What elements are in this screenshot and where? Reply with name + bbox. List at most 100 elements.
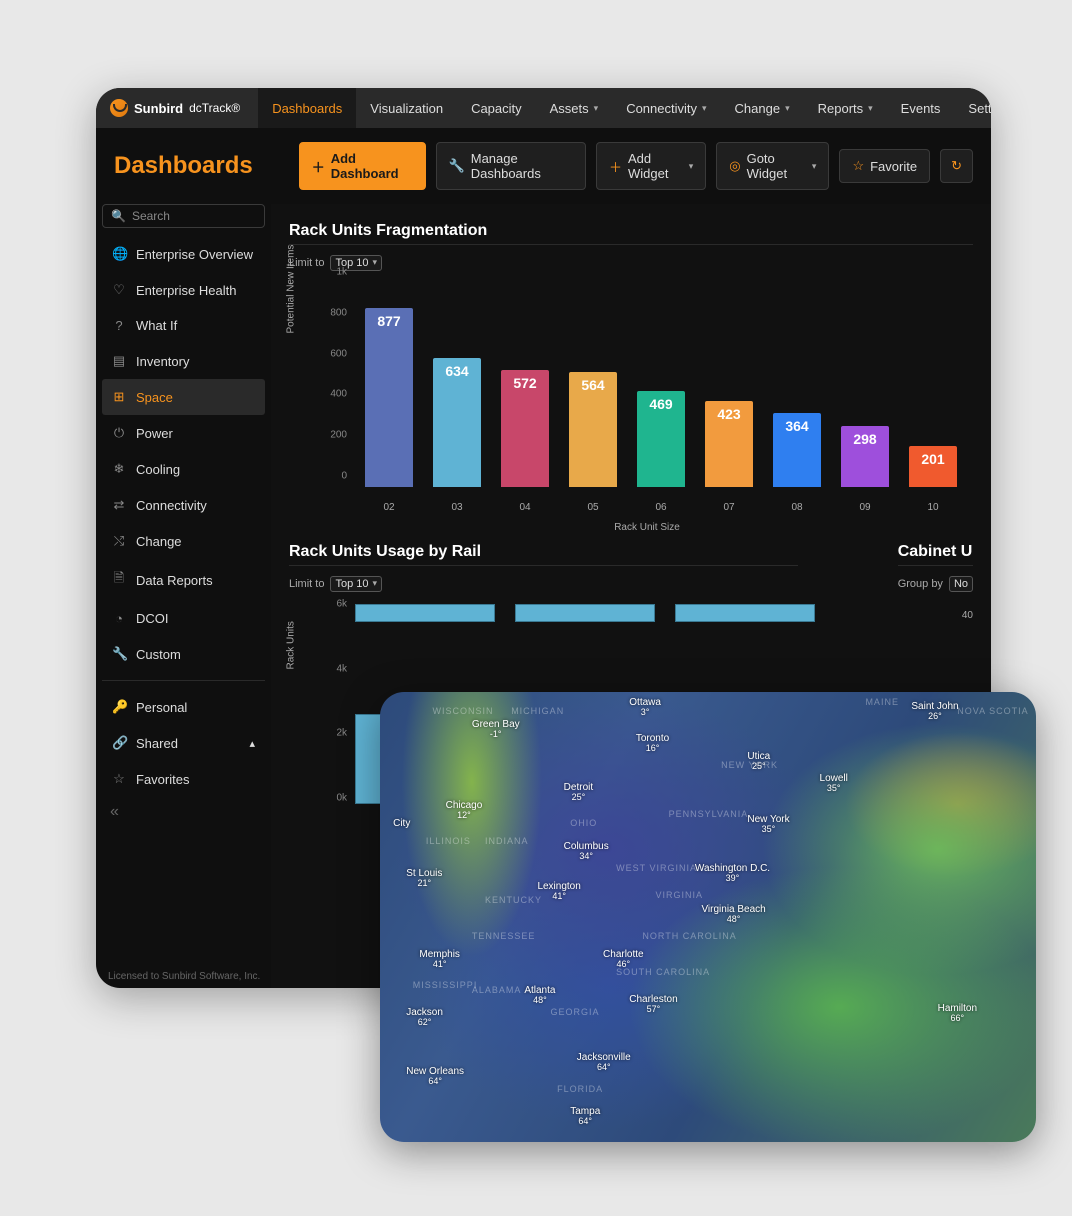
sidebar-item-enterprise-health[interactable]: ♡Enterprise Health — [102, 272, 265, 308]
sidebar-item-connectivity[interactable]: ⇄Connectivity — [102, 487, 265, 523]
nav-tab-events[interactable]: Events — [887, 88, 955, 128]
plus-icon: ＋ — [609, 157, 622, 176]
chevron-down-icon: ▾ — [373, 578, 378, 590]
goto-widget-button[interactable]: ◎Goto Widget▾ — [716, 142, 829, 190]
weather-map[interactable]: WISCONSINMICHIGANMAINENEW YORKPENNSYLVAN… — [380, 692, 1036, 1142]
sidebar-icon: ❄ — [112, 461, 126, 477]
sidebar-icon: ⊞ — [112, 389, 126, 405]
sidebar-item-power[interactable]: ⏻Power — [102, 415, 265, 451]
y-axis-label: Potential New Items — [286, 245, 297, 334]
y-axis-label: Rack Units — [286, 621, 297, 669]
sidebar-item-cooling[interactable]: ❄ Cooling — [102, 451, 265, 487]
bar[interactable]: 364 — [773, 413, 821, 487]
sidebar-group-shared[interactable]: 🔗Shared▴ — [102, 725, 265, 761]
nav-tab-assets[interactable]: Assets▾ — [536, 88, 613, 128]
map-state-label: MISSISSIPPI — [413, 980, 478, 990]
map-city-label: Green Bay-1° — [472, 719, 520, 740]
bar[interactable]: 572 — [501, 370, 549, 487]
search-icon: 🔍 — [111, 209, 126, 223]
x-tick: 08 — [773, 502, 821, 513]
map-city-label: Columbus34° — [564, 841, 609, 862]
sidebar-icon: 🌐 — [112, 246, 126, 262]
collapse-sidebar-button[interactable]: « — [102, 797, 265, 821]
brand-product: dcTrack — [189, 101, 231, 115]
map-state-label: TENNESSEE — [472, 931, 536, 941]
nav-tab-reports[interactable]: Reports▾ — [804, 88, 887, 128]
nav-tab-settings[interactable]: Settings▾ — [954, 88, 991, 128]
sidebar-item-inventory[interactable]: ▤Inventory — [102, 343, 265, 379]
bar-value: 423 — [705, 406, 753, 422]
search-input[interactable]: 🔍 Search — [102, 204, 265, 228]
group-select[interactable]: No — [949, 576, 973, 592]
manage-dashboards-button[interactable]: 🔧Manage Dashboards — [436, 142, 586, 190]
sidebar-item-space[interactable]: ⊞Space — [102, 379, 265, 415]
chevron-down-icon: ▾ — [689, 161, 694, 172]
nav-tab-visualization[interactable]: Visualization — [356, 88, 457, 128]
nav-tab-connectivity[interactable]: Connectivity▾ — [612, 88, 720, 128]
map-state-label: VIRGINIA — [656, 890, 704, 900]
x-tick: 07 — [705, 502, 753, 513]
nav-tab-capacity[interactable]: Capacity — [457, 88, 536, 128]
add-dashboard-button[interactable]: ＋Add Dashboard — [299, 142, 426, 190]
map-city-label: Lowell35° — [820, 773, 848, 794]
map-city-label: City — [393, 818, 410, 829]
chevron-up-icon: ▴ — [249, 737, 255, 750]
sidebar-label: Cooling — [136, 462, 180, 477]
sidebar-item-enterprise-overview[interactable]: 🌐 Enterprise Overview — [102, 236, 265, 272]
bar[interactable]: 423 — [705, 401, 753, 487]
map-state-label: PENNSYLVANIA — [669, 809, 749, 819]
sidebar-item-change[interactable]: ⤭Change — [102, 523, 265, 559]
sidebar-icon: 🔧 — [112, 646, 126, 662]
add-widget-button[interactable]: ＋Add Widget▾ — [596, 142, 706, 190]
sidebar-label: Power — [136, 426, 173, 441]
refresh-button[interactable]: ↻ — [940, 149, 973, 183]
y-tick: 2k — [336, 728, 347, 739]
sidebar-label: Connectivity — [136, 498, 207, 513]
bar[interactable]: 877 — [365, 308, 413, 487]
limit-select[interactable]: Top 10▾ — [330, 576, 382, 592]
nav-tab-dashboards[interactable]: Dashboards — [258, 88, 356, 128]
map-state-label: WISCONSIN — [432, 706, 493, 716]
sidebar-label: Change — [136, 534, 182, 549]
bar[interactable]: 564 — [569, 372, 617, 487]
map-state-label: ILLINOIS — [426, 836, 471, 846]
sidebar-label: Enterprise Overview — [136, 247, 253, 262]
bar-value: 877 — [365, 313, 413, 329]
x-tick: 10 — [909, 502, 957, 513]
x-tick: 03 — [433, 502, 481, 513]
sidebar-group-favorites[interactable]: ☆Favorites — [102, 761, 265, 797]
map-city-label: Virginia Beach48° — [701, 904, 765, 925]
map-city-label: New York35° — [747, 814, 789, 835]
bar[interactable]: 634 — [433, 358, 481, 487]
sidebar: 🔍 Search 🌐 Enterprise Overview ♡Enterprise… — [96, 204, 271, 988]
sidebar-item-dcoi[interactable]: ◔ DCOI — [102, 601, 265, 636]
top-nav: Sunbird dcTrack® DashboardsVisualization… — [96, 88, 991, 128]
sidebar-item-data-reports[interactable]: 🗎Data Reports — [102, 559, 265, 601]
widget-title: Cabinet U — [898, 543, 973, 561]
nav-tab-change[interactable]: Change▾ — [721, 88, 804, 128]
sidebar-group-personal[interactable]: 🔑Personal — [102, 689, 265, 725]
y-tick: 1k — [336, 267, 347, 278]
favorite-button[interactable]: ☆Favorite — [839, 149, 930, 183]
map-city-label: Chicago12° — [446, 800, 483, 821]
map-state-label: OHIO — [570, 818, 597, 828]
group-label: Group by — [898, 578, 943, 590]
bar[interactable]: 298 — [841, 426, 889, 487]
y-tick: 40 — [898, 610, 973, 621]
bar[interactable]: 201 — [909, 446, 957, 487]
rack-fragmentation-chart: Potential New Items 02004006008001k 8776… — [321, 283, 973, 513]
sidebar-item-what-if[interactable]: ?What If — [102, 308, 265, 343]
map-state-label: MICHIGAN — [511, 706, 564, 716]
y-tick: 4k — [336, 663, 347, 674]
brand-reg: ® — [231, 101, 240, 115]
sidebar-icon: ◔ — [112, 611, 126, 626]
sidebar-icon: 🗎 — [112, 569, 126, 591]
sidebar-label: DCOI — [136, 611, 169, 626]
chevron-down-icon: ▾ — [868, 103, 873, 114]
bar-value: 201 — [909, 451, 957, 467]
bar[interactable]: 469 — [637, 391, 685, 487]
x-tick: 04 — [501, 502, 549, 513]
y-tick: 6k — [336, 599, 347, 610]
sidebar-item-custom[interactable]: 🔧Custom — [102, 636, 265, 672]
brand-name: Sunbird — [134, 101, 183, 116]
